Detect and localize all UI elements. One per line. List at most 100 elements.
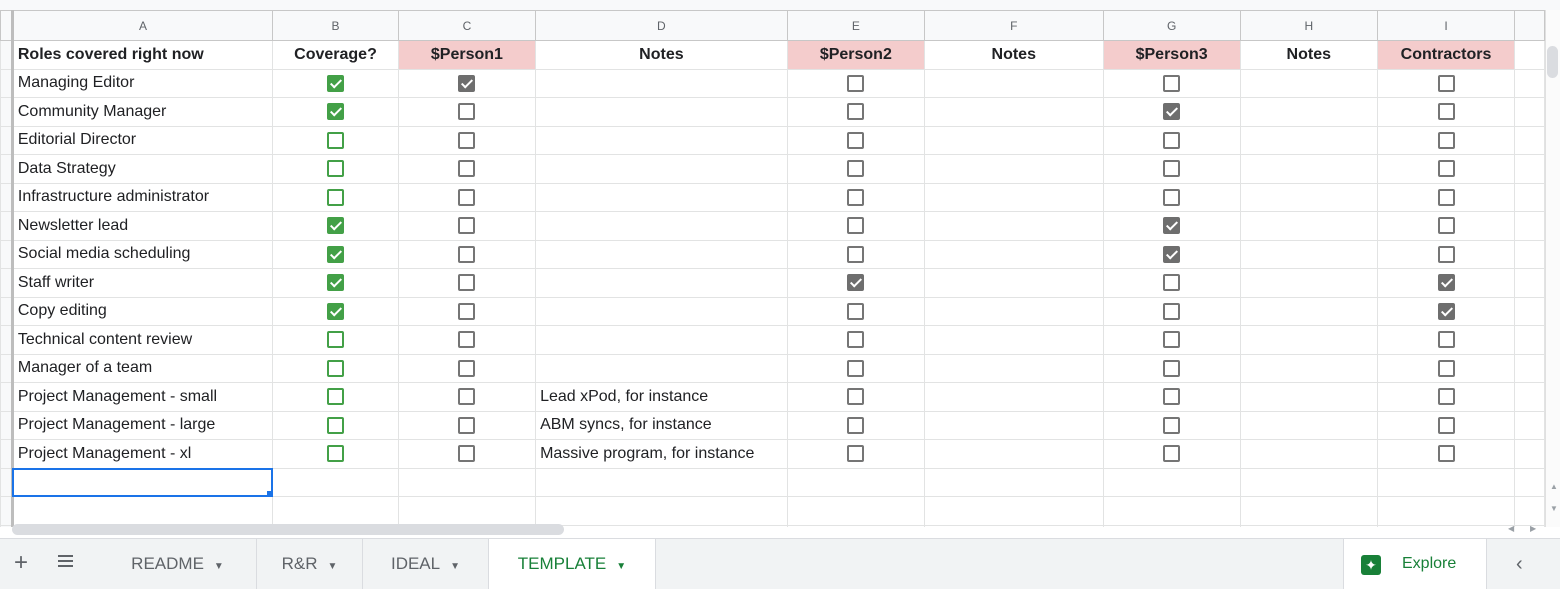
checkbox[interactable]: [327, 416, 345, 434]
text-cell[interactable]: Infrastructure administrator: [11, 182, 274, 212]
checkbox-cell[interactable]: [1102, 410, 1241, 440]
checkbox[interactable]: [458, 388, 476, 406]
vertical-scrollbar-thumb[interactable]: [1547, 46, 1558, 78]
checkbox[interactable]: [847, 103, 865, 121]
empty-cell[interactable]: [535, 467, 788, 497]
tab-readme[interactable]: README ▼: [99, 539, 257, 589]
checked-checkbox[interactable]: [327, 74, 345, 92]
text-cell[interactable]: [535, 182, 788, 212]
checkbox-cell[interactable]: [786, 353, 925, 383]
checkbox[interactable]: [327, 359, 345, 377]
row-header[interactable]: [0, 353, 14, 383]
text-cell[interactable]: [535, 268, 788, 298]
checkbox[interactable]: [1437, 103, 1455, 121]
checkbox-cell[interactable]: [272, 296, 399, 326]
empty-cell[interactable]: [1514, 239, 1545, 269]
checkbox-cell[interactable]: [272, 439, 399, 469]
text-cell[interactable]: [1239, 68, 1378, 98]
checkbox[interactable]: [847, 245, 865, 263]
menu-icon[interactable]: [58, 555, 73, 570]
row-header[interactable]: [0, 211, 14, 241]
checkbox[interactable]: [327, 445, 345, 463]
text-cell[interactable]: [1239, 239, 1378, 269]
tab-template[interactable]: TEMPLATE ▼: [489, 539, 656, 589]
text-cell[interactable]: [923, 296, 1104, 326]
header-cell[interactable]: $Person3: [1102, 40, 1241, 70]
checkbox[interactable]: [1437, 188, 1455, 206]
text-cell[interactable]: Community Manager: [11, 97, 274, 127]
tab-ideal[interactable]: IDEAL ▼: [363, 539, 489, 589]
text-cell[interactable]: [1239, 353, 1378, 383]
text-cell[interactable]: [535, 97, 788, 127]
checkbox[interactable]: [847, 388, 865, 406]
row-header[interactable]: [0, 125, 14, 155]
column-header-a[interactable]: A: [11, 10, 274, 41]
checkbox-cell[interactable]: [397, 325, 537, 355]
text-cell[interactable]: Manager of a team: [11, 353, 274, 383]
text-cell[interactable]: ABM syncs, for instance: [535, 410, 788, 440]
column-header-d[interactable]: D: [535, 10, 788, 41]
text-cell[interactable]: [1239, 268, 1378, 298]
text-cell[interactable]: Project Management - large: [11, 410, 274, 440]
row-header[interactable]: [0, 524, 14, 527]
checkbox[interactable]: [847, 302, 865, 320]
chevron-down-icon[interactable]: ▼: [214, 561, 224, 572]
checkbox-cell[interactable]: [397, 353, 537, 383]
empty-cell[interactable]: [1514, 410, 1545, 440]
checkbox-cell[interactable]: [397, 382, 537, 412]
text-cell[interactable]: [923, 182, 1104, 212]
checkbox[interactable]: [327, 331, 345, 349]
row-header[interactable]: [0, 68, 14, 98]
header-cell[interactable]: Coverage?: [272, 40, 399, 70]
checkbox[interactable]: [1163, 302, 1181, 320]
checkbox-cell[interactable]: [1102, 182, 1241, 212]
tab-rr[interactable]: R&R ▼: [257, 539, 363, 589]
checkbox[interactable]: [1163, 188, 1181, 206]
checked-checkbox[interactable]: [327, 302, 345, 320]
text-cell[interactable]: [535, 296, 788, 326]
empty-cell[interactable]: [11, 496, 274, 526]
checkbox-cell[interactable]: [1376, 154, 1516, 184]
empty-cell[interactable]: [1514, 154, 1545, 184]
row-header[interactable]: [0, 182, 14, 212]
empty-cell[interactable]: [1514, 496, 1545, 526]
empty-cell[interactable]: [1102, 524, 1241, 527]
row-header[interactable]: [0, 97, 14, 127]
checkbox-cell[interactable]: [1102, 239, 1241, 269]
column-header-i[interactable]: I: [1376, 10, 1516, 41]
empty-cell[interactable]: [923, 524, 1104, 527]
checkbox[interactable]: [847, 217, 865, 235]
checkbox[interactable]: [1437, 359, 1455, 377]
checkbox[interactable]: [327, 188, 345, 206]
row-header[interactable]: [0, 382, 14, 412]
select-all-corner[interactable]: [0, 10, 14, 41]
checkbox[interactable]: [1163, 445, 1181, 463]
column-header-e[interactable]: E: [786, 10, 925, 41]
checkbox-cell[interactable]: [397, 239, 537, 269]
row-header[interactable]: [0, 439, 14, 469]
checkbox-cell[interactable]: [1376, 125, 1516, 155]
checkbox-cell[interactable]: [786, 97, 925, 127]
empty-cell[interactable]: [1514, 325, 1545, 355]
row-header[interactable]: [0, 467, 14, 497]
text-cell[interactable]: Project Management - xl: [11, 439, 274, 469]
text-cell[interactable]: [535, 68, 788, 98]
empty-cell[interactable]: [786, 467, 925, 497]
explore-button[interactable]: ✦ Explore: [1343, 539, 1487, 589]
checkbox[interactable]: [1163, 274, 1181, 292]
checkbox-cell[interactable]: [397, 268, 537, 298]
checked-checkbox[interactable]: [327, 103, 345, 121]
checkbox[interactable]: [847, 416, 865, 434]
empty-cell[interactable]: [1514, 268, 1545, 298]
header-cell[interactable]: Contractors: [1376, 40, 1516, 70]
text-cell[interactable]: [1239, 325, 1378, 355]
checkbox-cell[interactable]: [1102, 296, 1241, 326]
text-cell[interactable]: Massive program, for instance: [535, 439, 788, 469]
header-cell[interactable]: $Person2: [786, 40, 925, 70]
checkbox[interactable]: [847, 74, 865, 92]
checked-checkbox[interactable]: [1163, 103, 1181, 121]
empty-cell[interactable]: [1514, 353, 1545, 383]
header-cell[interactable]: Notes: [1239, 40, 1378, 70]
checkbox-cell[interactable]: [1102, 439, 1241, 469]
empty-cell[interactable]: [786, 496, 925, 526]
